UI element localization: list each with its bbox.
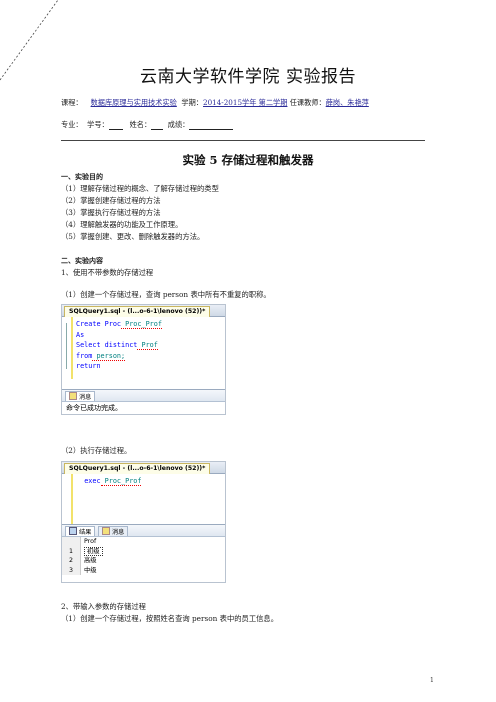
- results-tab-bar: 消息: [62, 389, 225, 402]
- step-text: （2）执行存储过程。: [61, 446, 132, 455]
- exec-screenshot: SQLQuery1.sql - (l...o-6-1\lenovo (52))*…: [61, 461, 226, 583]
- keyword: Select distinct: [76, 341, 138, 349]
- table-row[interactable]: 1 初级: [62, 546, 225, 557]
- results-tab-bar: 结果 消息: [62, 524, 225, 537]
- teacher-label: 任课教师：: [289, 98, 326, 107]
- keyword: from: [76, 351, 93, 360]
- messages-tab[interactable]: 消息: [98, 526, 129, 536]
- objective-item: （5）掌握创建、更改、删除触发器的方法。: [61, 232, 205, 241]
- score-label: 成绩：: [167, 120, 190, 129]
- step-text: （1）创建一个存储过程，查询 person 表中所有不重复的职称。: [61, 290, 271, 299]
- results-grid[interactable]: Prof 1 初级 2 高级 3 中级: [62, 537, 225, 575]
- course-label: 课程：: [61, 98, 83, 107]
- results-tab[interactable]: 结果: [65, 526, 96, 536]
- major-label: 专业：: [61, 120, 83, 129]
- results-tab-label: 结果: [79, 529, 92, 536]
- section-objectives-title: 一、实验目的: [61, 173, 103, 181]
- grid-header-row: Prof: [62, 537, 225, 547]
- report-title: 云南大学软件学院 实验报告: [140, 67, 356, 87]
- messages-tab-label: 消息: [112, 529, 125, 536]
- row-header-cell: [62, 537, 81, 547]
- table-row[interactable]: 3 中级: [62, 565, 225, 575]
- code-area[interactable]: exec Proc_Prof: [62, 474, 225, 524]
- code-line: Create Proc Proc_Prof: [62, 319, 225, 330]
- messages-tab[interactable]: 消息: [65, 391, 96, 401]
- row-number: 2: [62, 556, 81, 566]
- identifier: Proc_Prof: [100, 477, 142, 486]
- cell-value: 中级: [84, 566, 97, 574]
- cell-value: 初级: [84, 546, 103, 556]
- name-label: 姓名：: [129, 120, 152, 129]
- course-name: 数据库原理与实用技术实验: [90, 98, 177, 107]
- experiment-heading: 实验 5 存储过程和触发器: [182, 153, 314, 167]
- identifier: Proc_Prof: [121, 320, 162, 329]
- student-info-line: 专业： 学号： 姓名： 成绩：: [61, 120, 234, 130]
- code-line: exec Proc_Prof: [62, 476, 225, 487]
- code-line: from person;: [62, 351, 225, 362]
- message-icon: [102, 527, 110, 535]
- objective-item: （1）理解存储过程的概念、了解存储过程的类型: [61, 184, 219, 193]
- query-tab-label: SQLQuery1.sql - (l...o-6-1\lenovo (52))*: [69, 465, 206, 472]
- subsection-title: 1、使用不带参数的存储过程: [61, 268, 154, 277]
- column-header: Prof: [84, 538, 97, 545]
- term-label: 学期：: [181, 98, 203, 107]
- keyword: As: [76, 330, 85, 339]
- sql-editor-screenshot: SQLQuery1.sql - (l...o-6-1\lenovo (52))*…: [61, 304, 226, 415]
- outline-line: [66, 323, 67, 369]
- code-line: Select distinct Prof: [62, 340, 225, 351]
- header-rule: [61, 140, 425, 141]
- identifier: person;: [92, 351, 126, 361]
- code-line: As: [62, 330, 225, 341]
- identifier: Prof: [137, 341, 158, 350]
- query-tab[interactable]: SQLQuery1.sql - (l...o-6-1\lenovo (52))*: [64, 306, 211, 317]
- editor-tab-bar: SQLQuery1.sql - (l...o-6-1\lenovo (52))*: [62, 305, 225, 317]
- change-marker: [71, 474, 73, 524]
- objective-item: （3）掌握执行存储过程的方法: [61, 208, 161, 217]
- course-info-line: 课程： 数据库原理与实用技术实验 学期：2014-2015学年 第二学期 任课教师…: [61, 98, 369, 108]
- row-number: 3: [62, 565, 81, 575]
- row-number: 1: [62, 546, 81, 556]
- query-tab[interactable]: SQLQuery1.sql - (l...o-6-1\lenovo (52))*: [64, 463, 211, 474]
- keyword: exec: [84, 477, 101, 485]
- id-label: 学号：: [87, 120, 109, 129]
- id-blank: [108, 122, 123, 130]
- name-blank: [151, 122, 164, 130]
- query-tab-label: SQLQuery1.sql - (l...o-6-1\lenovo (52))*: [69, 308, 206, 315]
- gutter: [62, 474, 71, 524]
- grid-icon: [69, 527, 77, 535]
- editor-tab-bar: SQLQuery1.sql - (l...o-6-1\lenovo (52))*: [62, 462, 225, 474]
- step-text: （1）创建一个存储过程，按照姓名查询 person 表中的员工信息。: [61, 614, 279, 623]
- code-line: return: [62, 361, 225, 372]
- objective-item: （2）掌握创建存储过程的方法: [61, 196, 161, 205]
- teacher-name: 薛岗、朱艳萍: [325, 98, 369, 107]
- objective-item: （4）理解触发器的功能及工作原理。: [61, 220, 183, 229]
- message-text: 命令已成功完成。: [66, 404, 122, 412]
- subsection-title: 2、带输入参数的存储过程: [61, 602, 146, 611]
- cell-value: 高级: [84, 557, 97, 564]
- term-value: 2014-2015学年 第二学期: [203, 98, 288, 107]
- score-blank: [189, 122, 234, 130]
- message-icon: [69, 392, 77, 400]
- page-number: 1: [430, 677, 434, 684]
- messages-tab-label: 消息: [79, 394, 92, 401]
- section-content-title: 二、实验内容: [61, 257, 103, 265]
- keyword: return: [76, 362, 101, 370]
- keyword: Create Proc: [76, 320, 122, 328]
- cell-wrapper: 初级: [84, 546, 103, 557]
- code-area[interactable]: Create Proc Proc_Prof As Select distinct…: [62, 317, 225, 379]
- table-row[interactable]: 2 高级: [62, 556, 225, 566]
- change-marker: [71, 317, 73, 379]
